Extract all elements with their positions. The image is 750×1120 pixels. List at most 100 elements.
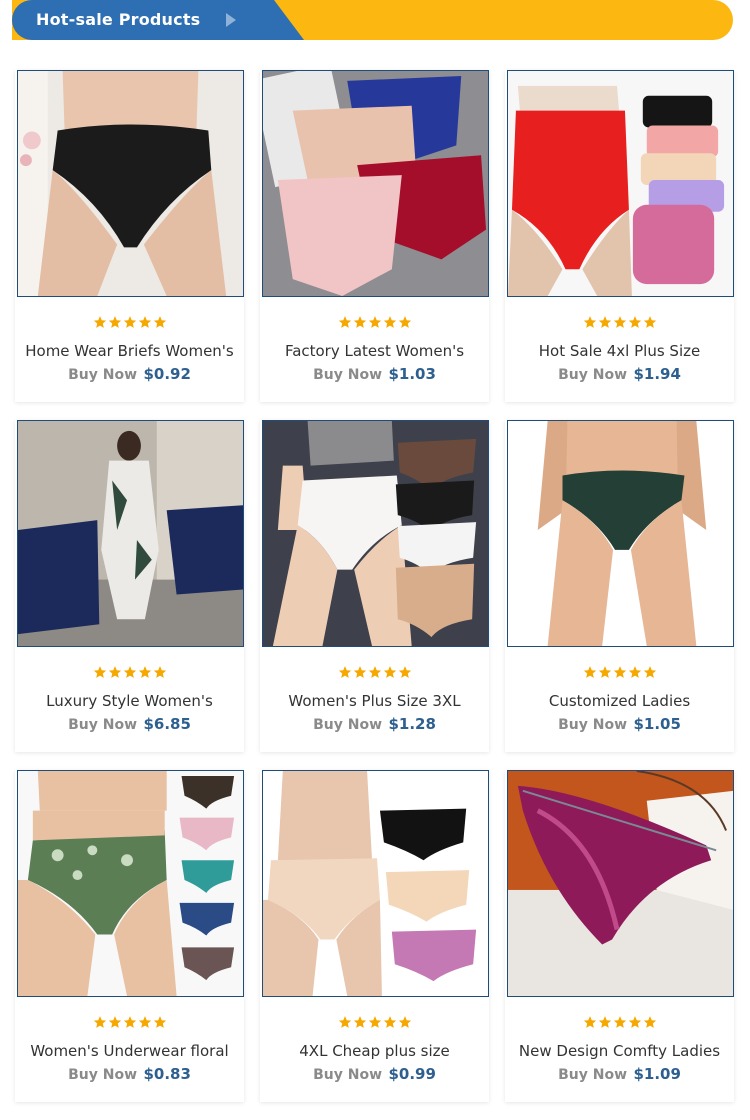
star-icon	[353, 315, 367, 329]
product-image-robe-model[interactable]	[17, 420, 244, 647]
star-icon	[383, 665, 397, 679]
buy-now-link[interactable]: Buy Now	[313, 367, 382, 383]
star-icon	[123, 315, 137, 329]
product-price-line[interactable]: Buy Now $6.85	[15, 715, 244, 733]
product-title[interactable]: Hot Sale 4xl Plus Size	[505, 342, 734, 360]
product-card[interactable]: 4XL Cheap plus size Buy Now $0.99	[260, 770, 489, 1102]
star-icon	[643, 1015, 657, 1029]
product-price: $1.09	[633, 1065, 681, 1083]
buy-now-link[interactable]: Buy Now	[558, 1067, 627, 1083]
product-card[interactable]: New Design Comfty Ladies Buy Now $1.09	[505, 770, 734, 1102]
star-icon	[338, 665, 352, 679]
product-price-line[interactable]: Buy Now $1.94	[505, 365, 734, 383]
product-title[interactable]: Factory Latest Women's	[260, 342, 489, 360]
star-icon	[398, 1015, 412, 1029]
rating-stars	[505, 1015, 734, 1029]
buy-now-link[interactable]: Buy Now	[558, 367, 627, 383]
product-image-red-high-waist[interactable]	[507, 70, 734, 297]
buy-now-link[interactable]: Buy Now	[313, 1067, 382, 1083]
star-icon	[398, 665, 412, 679]
rating-stars	[15, 1015, 244, 1029]
star-icon	[383, 1015, 397, 1029]
product-image-nude-briefs[interactable]	[262, 770, 489, 997]
star-icon	[153, 315, 167, 329]
buy-now-link[interactable]: Buy Now	[68, 1067, 137, 1083]
star-icon	[398, 315, 412, 329]
star-icon	[598, 315, 612, 329]
product-price-line[interactable]: Buy Now $1.09	[505, 1065, 734, 1083]
star-icon	[123, 665, 137, 679]
product-price-line[interactable]: Buy Now $0.99	[260, 1065, 489, 1083]
product-title[interactable]: Women's Underwear floral	[15, 1042, 244, 1060]
product-image-green-thong[interactable]	[507, 420, 734, 647]
rating-stars	[260, 665, 489, 679]
product-price: $1.28	[388, 715, 436, 733]
product-card[interactable]: Luxury Style Women's Buy Now $6.85	[15, 420, 244, 752]
star-icon	[383, 315, 397, 329]
star-icon	[613, 665, 627, 679]
product-card[interactable]: Hot Sale 4xl Plus Size Buy Now $1.94	[505, 70, 734, 402]
star-icon	[138, 665, 152, 679]
star-icon	[93, 665, 107, 679]
star-icon	[368, 1015, 382, 1029]
product-image-lace-panties[interactable]	[262, 70, 489, 297]
product-title[interactable]: Home Wear Briefs Women's	[15, 342, 244, 360]
star-icon	[598, 665, 612, 679]
rating-stars	[505, 315, 734, 329]
buy-now-link[interactable]: Buy Now	[68, 367, 137, 383]
section-banner: Hot-sale Products	[12, 0, 733, 40]
star-icon	[628, 1015, 642, 1029]
buy-now-link[interactable]: Buy Now	[558, 717, 627, 733]
star-icon	[613, 1015, 627, 1029]
star-icon	[338, 315, 352, 329]
star-icon	[338, 1015, 352, 1029]
rating-stars	[260, 1015, 489, 1029]
star-icon	[353, 665, 367, 679]
star-icon	[353, 1015, 367, 1029]
star-icon	[368, 315, 382, 329]
product-price: $6.85	[143, 715, 191, 733]
buy-now-link[interactable]: Buy Now	[68, 717, 137, 733]
star-icon	[613, 315, 627, 329]
product-image-black-briefs[interactable]	[17, 70, 244, 297]
product-card[interactable]: Home Wear Briefs Women's Buy Now $0.92	[15, 70, 244, 402]
star-icon	[643, 315, 657, 329]
star-icon	[108, 665, 122, 679]
star-icon	[153, 665, 167, 679]
product-title[interactable]: 4XL Cheap plus size	[260, 1042, 489, 1060]
star-icon	[583, 1015, 597, 1029]
star-icon	[368, 665, 382, 679]
product-image-floral-briefs[interactable]	[17, 770, 244, 997]
product-price-line[interactable]: Buy Now $1.03	[260, 365, 489, 383]
star-icon	[598, 1015, 612, 1029]
product-price: $0.92	[143, 365, 191, 383]
product-image-seamless-briefs[interactable]	[262, 420, 489, 647]
star-icon	[138, 315, 152, 329]
product-title[interactable]: New Design Comfty Ladies	[505, 1042, 734, 1060]
star-icon	[123, 1015, 137, 1029]
product-title[interactable]: Customized Ladies	[505, 692, 734, 710]
product-title[interactable]: Women's Plus Size 3XL	[260, 692, 489, 710]
product-card[interactable]: Customized Ladies Buy Now $1.05	[505, 420, 734, 752]
buy-now-link[interactable]: Buy Now	[313, 717, 382, 733]
product-title[interactable]: Luxury Style Women's	[15, 692, 244, 710]
product-price: $1.94	[633, 365, 681, 383]
product-price-line[interactable]: Buy Now $1.05	[505, 715, 734, 733]
arrow-right-icon	[226, 13, 236, 27]
product-card[interactable]: Factory Latest Women's Buy Now $1.03	[260, 70, 489, 402]
star-icon	[138, 1015, 152, 1029]
product-price-line[interactable]: Buy Now $1.28	[260, 715, 489, 733]
star-icon	[93, 1015, 107, 1029]
rating-stars	[505, 665, 734, 679]
product-image-purple-thong[interactable]	[507, 770, 734, 997]
star-icon	[628, 665, 642, 679]
product-price: $1.05	[633, 715, 681, 733]
product-card[interactable]: Women's Underwear floral Buy Now $0.83	[15, 770, 244, 1102]
product-card[interactable]: Women's Plus Size 3XL Buy Now $1.28	[260, 420, 489, 752]
product-price-line[interactable]: Buy Now $0.83	[15, 1065, 244, 1083]
product-price-line[interactable]: Buy Now $0.92	[15, 365, 244, 383]
star-icon	[643, 665, 657, 679]
product-price: $0.99	[388, 1065, 436, 1083]
star-icon	[628, 315, 642, 329]
product-price: $1.03	[388, 365, 436, 383]
